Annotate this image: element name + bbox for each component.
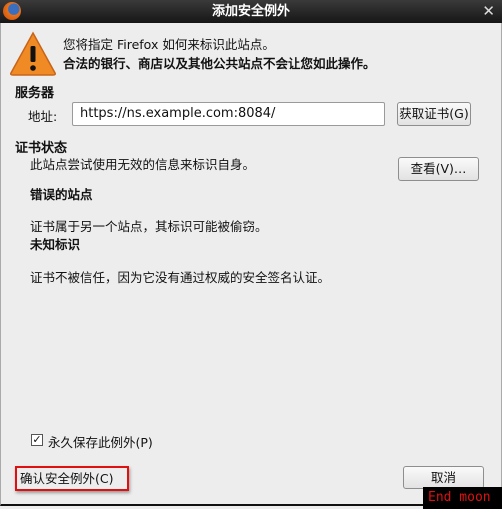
issue-title: 错误的站点 (30, 187, 93, 202)
confirm-exception-button[interactable]: 确认安全例外(C) (15, 466, 129, 491)
address-input[interactable]: https://ns.example.com:8084/ (72, 102, 385, 126)
watermark: End moon (423, 487, 502, 509)
intro-line1: 您将指定 Firefox 如何来标识此站点。 (63, 37, 275, 52)
close-icon[interactable]: ✕ (482, 0, 495, 23)
issue-title: 未知标识 (30, 237, 81, 252)
title-bar: 添加安全例外 (0, 0, 502, 23)
issue-desc: 证书属于另一个站点，其标识可能被偷窃。 (30, 219, 268, 234)
permanent-label[interactable]: 永久保存此例外(P) (48, 432, 153, 451)
issue-desc: 证书不被信任，因为它没有通过权威的安全签名认证。 (30, 270, 331, 285)
view-certificate-button[interactable]: 查看(V)… (398, 157, 479, 181)
window-title: 添加安全例外 (211, 4, 290, 19)
cancel-button[interactable]: 取消 (403, 466, 484, 489)
warning-icon (10, 31, 56, 76)
server-heading: 服务器 (15, 86, 55, 101)
get-certificate-button[interactable]: 获取证书(G) (397, 102, 471, 126)
intro-line2: 合法的银行、商店以及其他公共站点不会让您如此操作。 (63, 56, 376, 71)
cert-status-summary: 此站点尝试使用无效的信息来标识自身。 (30, 157, 256, 172)
firefox-logo-icon (3, 2, 21, 20)
address-label: 地址: (28, 109, 58, 124)
permanent-checkbox[interactable]: ✓ (31, 434, 43, 446)
